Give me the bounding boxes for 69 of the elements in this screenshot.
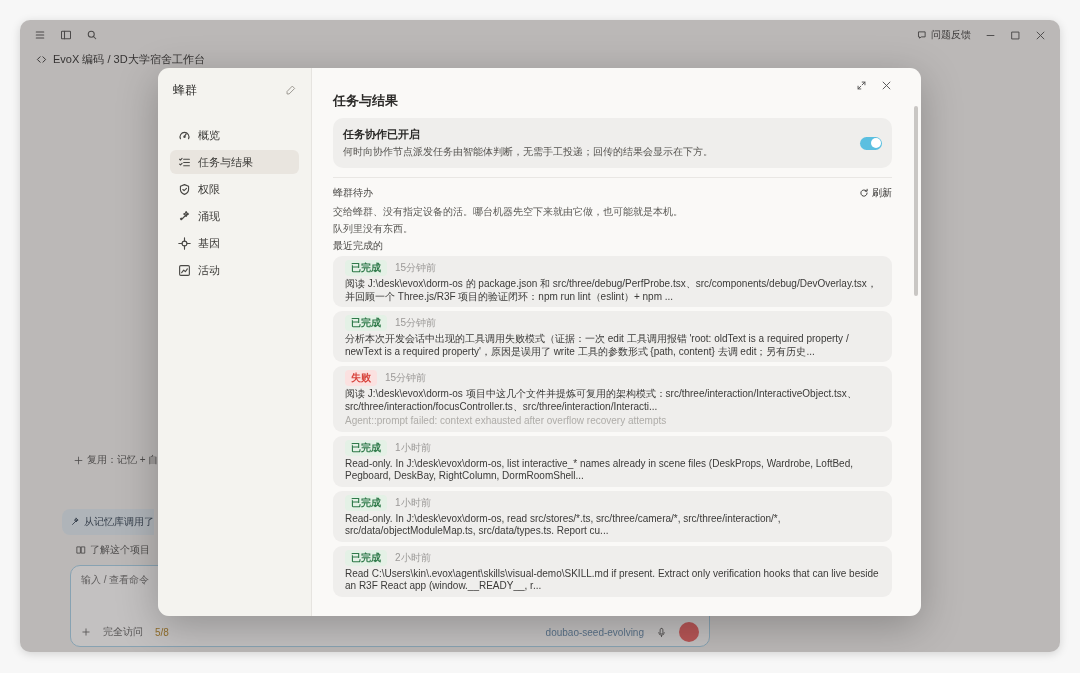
reuse-label: 复用：记忆 + 自 (87, 453, 159, 467)
task-card[interactable]: 已完成 1小时前 Read-only. In J:\desk\evox\dorm-os, read src/stores/*.ts, src/three/camera/*, src/three/interaction/*, src/data/objectModuleMap.ts, src/data/types.ts. Report cu... (333, 490, 892, 542)
maximize-icon (1010, 29, 1021, 41)
book-icon (76, 545, 86, 555)
node-icon (178, 236, 191, 250)
refresh-button[interactable]: 刷新 (859, 186, 892, 200)
task-time: 2小时前 (395, 550, 431, 565)
expand-icon (856, 80, 867, 91)
pencil-icon (285, 85, 296, 96)
section-title: 任务与结果 (333, 93, 399, 110)
task-card[interactable]: 已完成 2小时前 Read C:\Users\kin\.evox\agent\skills\visual-demo\SKILL.md if present. Extract only verification hooks that can live beside an R3F React app (window.__READY__, r... (333, 545, 892, 597)
task-description: 阅读 J:\desk\evox\dorm-os 的 package.json 和 src/three/debug/PerfProbe.tsx、src/components/debug/DevOverlay.tsx，并回顾一个 Three.js/R3F 项目的验证闭环：npm run lint（eslint）+ npm ... (345, 278, 878, 303)
stop-button[interactable] (679, 622, 699, 642)
queue-description: 交给蜂群、没有指定设备的活。哪台机器先空下来就由它做，也可能就是本机。 (333, 205, 684, 218)
setting-description: 何时向协作节点派发任务由智能体判断，无需手工投递；回传的结果会显示在下方。 (343, 145, 713, 159)
task-description: Read C:\Users\kin\.evox\agent\skills\visual-demo\SKILL.md if present. Extract only verification hooks that can live beside an R3F React app (window.__READY__, r... (345, 567, 880, 593)
empty-message: 队列里没有东西。 (333, 222, 414, 235)
close-icon (1035, 29, 1046, 41)
status-tag: 已完成 (345, 549, 387, 566)
panel-title: 蜂群 (173, 82, 197, 99)
sidebar-icon (60, 29, 72, 41)
suggestion-chip[interactable]: 了解这个项目 (70, 543, 150, 557)
status-tag: 已完成 (345, 439, 387, 456)
plus-icon (81, 627, 91, 637)
task-description: Read-only. In J:\desk\evox\dorm-os, list interactive_* names already in scene files (DeskProps, Wardrobe, LoftBed, Pegboard, DeskBay, RightColumn, DormRoomShell... (345, 457, 854, 483)
task-count: 5/8 (155, 626, 169, 638)
queue-title: 蜂群待办 (333, 186, 373, 200)
chart-icon (178, 263, 191, 277)
status-tag: 已完成 (345, 260, 387, 276)
breadcrumb[interactable]: EvoX 编码 / 3D大学宿舍工作台 (53, 51, 205, 67)
nav-item[interactable]: 任务与结果 (170, 150, 299, 174)
search-icon (86, 29, 98, 41)
memory-chip[interactable]: 从记忆库调用了 (62, 509, 154, 535)
task-description: 分析本次开发会话中出现的工具调用失败模式（证据：一次 edit 工具调用报错 'root: oldText is a required property / newText is a required property'，原因是误用了 write 工具的参数形式 {path, content} 去调 edit；另有历史... (345, 333, 850, 358)
code-icon (36, 53, 47, 65)
shield-icon (178, 182, 191, 196)
task-card[interactable]: 已完成 15分钟前 阅读 J:\desk\evox\dorm-os 的 package.json 和 src/three/debug/PerfProbe.tsx、src/components/debug/DevOverlay.tsx，并回顾一个 Three.js/R3F 项目的验证闭环：npm run lint（eslint）+ npm ... (333, 256, 892, 307)
task-time: 15分钟前 (395, 261, 437, 275)
checklist-icon (178, 155, 191, 169)
task-card[interactable]: 已完成 1小时前 Read-only. In J:\desk\evox\dorm-os, list interactive_* names already in scene files (DeskProps, Wardrobe, LoftBed, Pegboard, DeskBay, RightColumn, DormRoomShell... (333, 435, 892, 487)
task-card[interactable]: 已完成 15分钟前 分析本次开发会话中出现的工具调用失败模式（证据：一次 edit 工具调用报错 'root: oldText is a required property / newText is a required property'，原因是误用了 write 工具的参数形式 {path, content} 去调 edit；另有历史... (333, 311, 892, 362)
nav-item[interactable]: 活动 (170, 258, 299, 282)
close-icon (881, 80, 892, 91)
task-time: 1小时前 (395, 495, 431, 510)
nav-item[interactable]: 涌现 (170, 204, 299, 228)
status-tag: 已完成 (345, 494, 387, 511)
nav-item[interactable]: 基因 (170, 231, 299, 255)
refresh-icon (859, 188, 869, 198)
task-description: 阅读 J:\desk\evox\dorm-os 项目中这几个文件并提炼可复用的架构模式：src/three/interaction/InteractiveObject.tsx、src/three/interaction/focusController.ts、src/three/interaction/Interacti... (345, 388, 858, 413)
task-time: 1小时前 (395, 440, 431, 455)
command-input[interactable]: 输入 / 查看命令 (81, 574, 157, 585)
feedback-button[interactable]: 问题反馈 (917, 28, 971, 42)
status-tag: 失败 (345, 370, 377, 386)
status-tag: 已完成 (345, 315, 387, 331)
nav-item[interactable]: 权限 (170, 177, 299, 201)
scrollbar[interactable] (914, 106, 918, 296)
setting-title: 任务协作已开启 (343, 127, 421, 142)
recent-title: 最近完成的 (333, 239, 384, 252)
access-dropdown[interactable]: 完全访问 (103, 625, 143, 639)
error-message: Agent::prompt failed: context exhausted after overflow recovery attempts (345, 415, 668, 428)
menu-icon (34, 29, 46, 41)
task-card[interactable] (333, 366, 892, 432)
microphone-icon (656, 626, 667, 638)
nav-item[interactable]: 概览 (170, 123, 299, 147)
toggle-switch[interactable] (860, 136, 882, 150)
task-time: 15分钟前 (385, 371, 427, 385)
task-time: 15分钟前 (395, 316, 437, 330)
task-description: Read-only. In J:\desk\evox\dorm-os, read src/stores/*.ts, src/three/camera/*, src/three/interaction/*, src/data/objectModuleMap.ts, src/data/types.ts. Report cu... (345, 512, 782, 538)
chat-icon (917, 30, 927, 40)
